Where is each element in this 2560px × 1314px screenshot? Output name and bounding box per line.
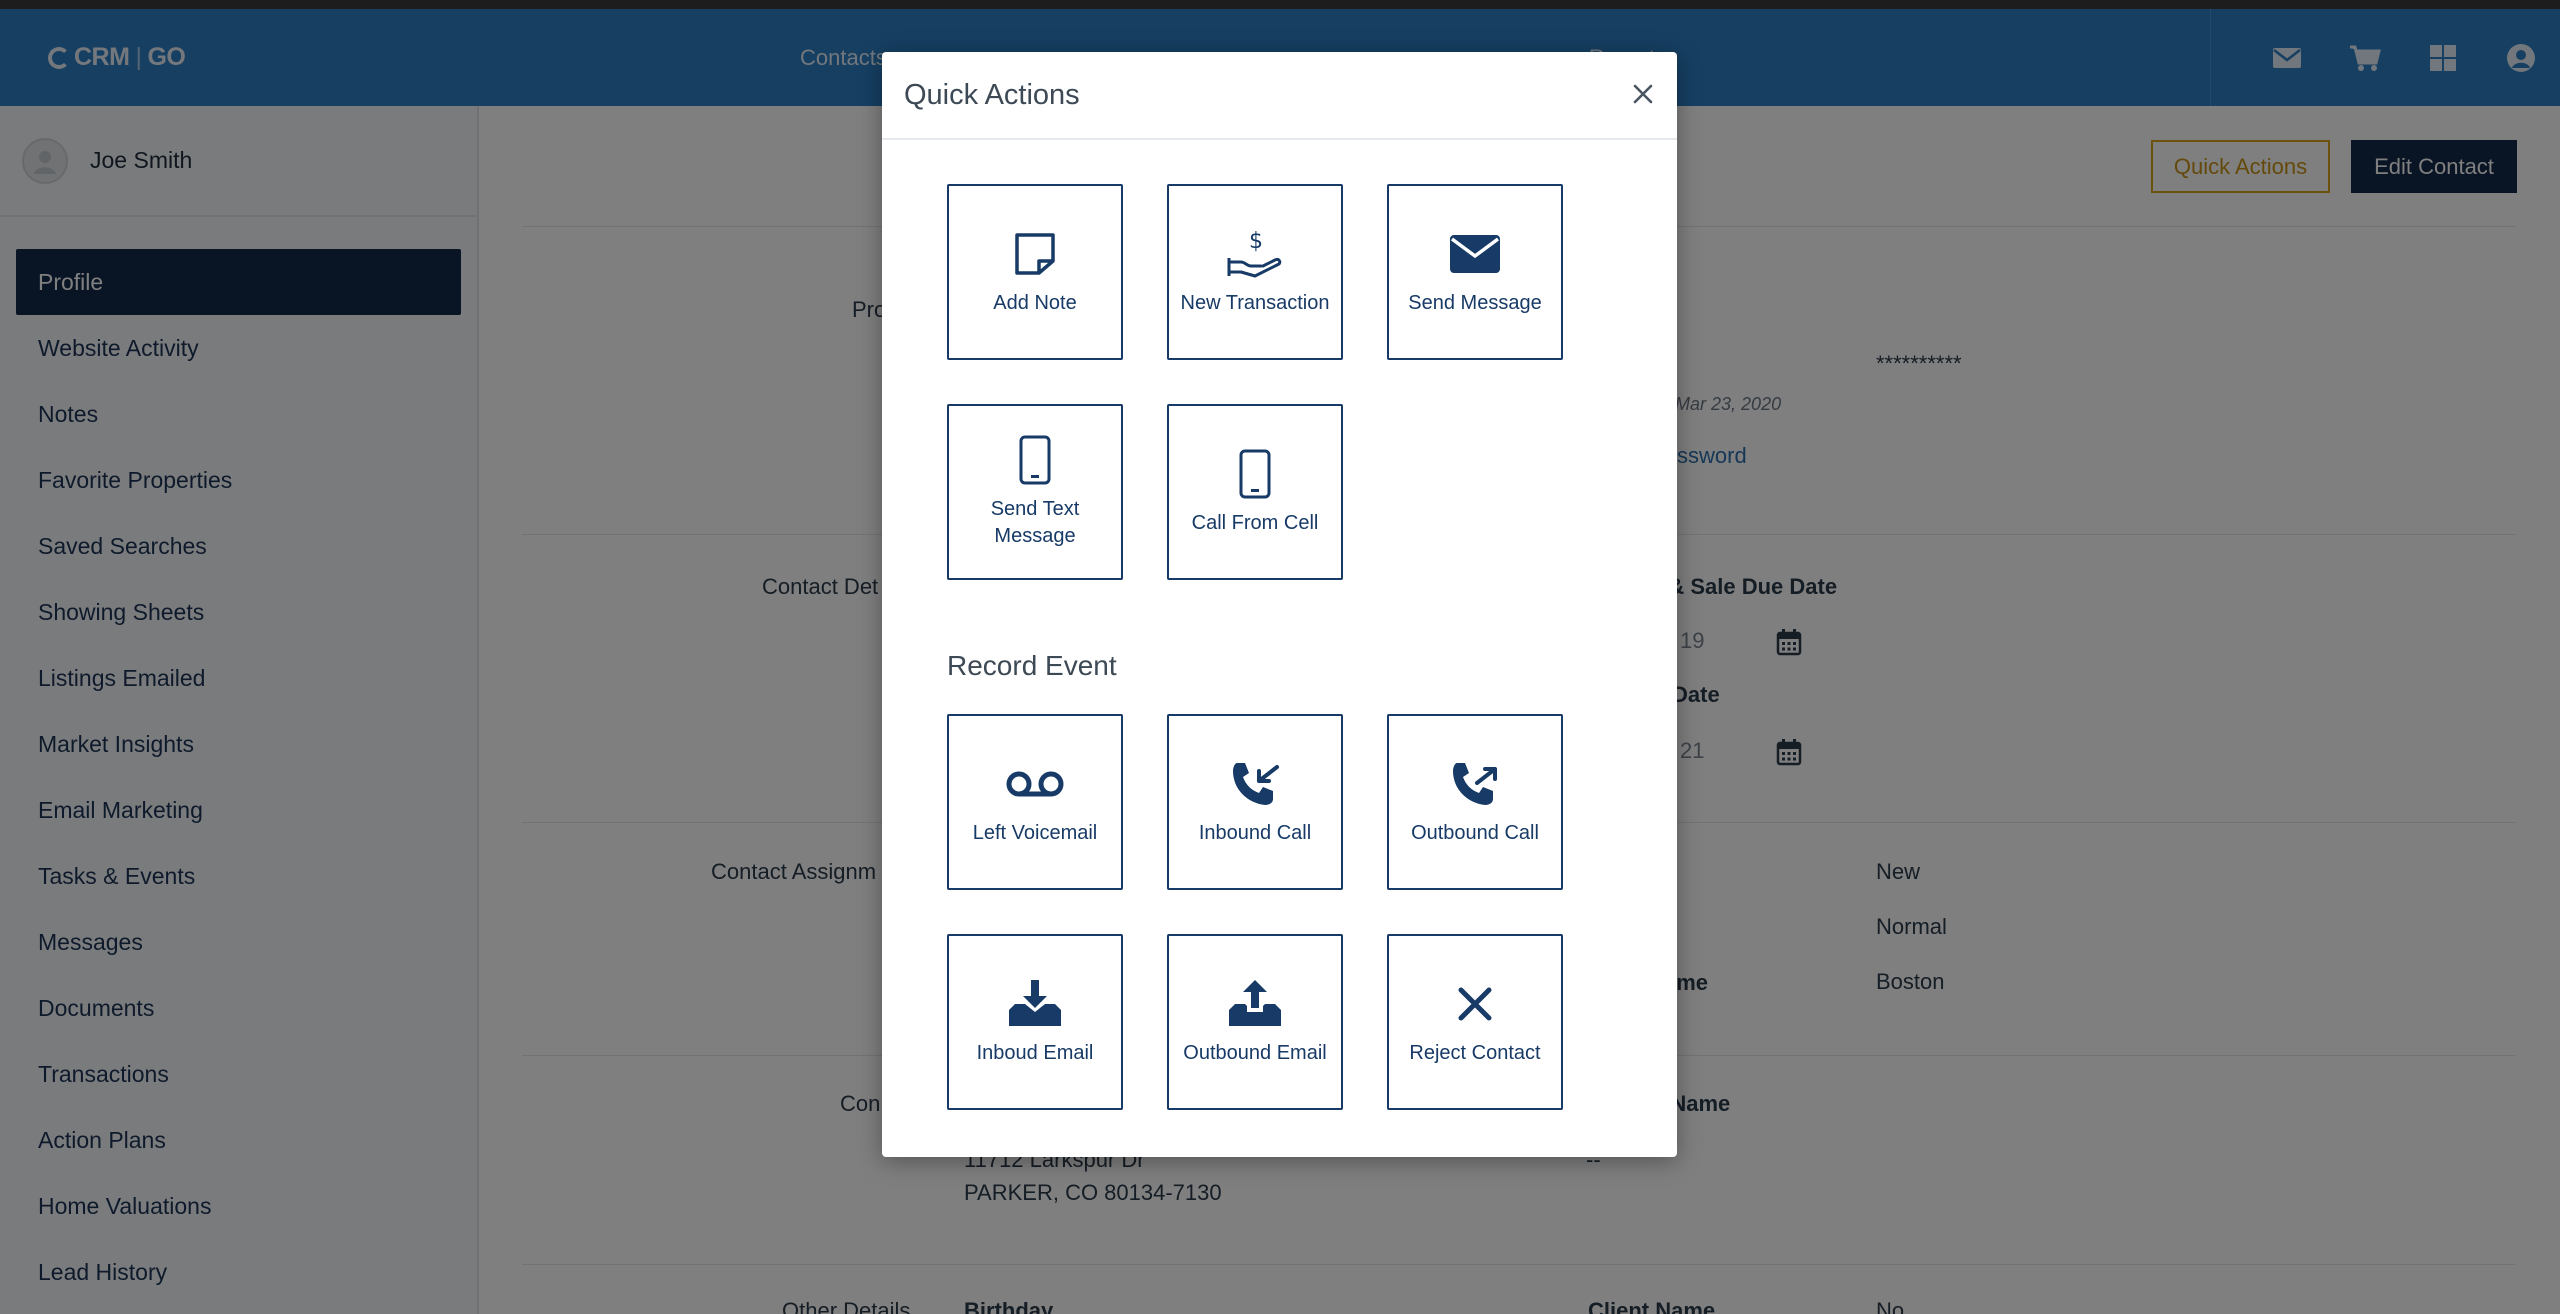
send-message-button[interactable]: Send Message <box>1387 184 1563 360</box>
mobile-icon <box>1019 434 1051 486</box>
quick-actions-modal: Quick Actions Add Note $ New Transaction… <box>882 52 1677 1157</box>
phone-outbound-icon <box>1449 758 1501 810</box>
call-from-cell-button[interactable]: Call From Cell <box>1167 404 1343 580</box>
outbound-email-label: Outbound Email <box>1183 1041 1327 1064</box>
modal-header: Quick Actions <box>882 52 1677 140</box>
inbound-email-button[interactable]: Inboud Email <box>947 934 1123 1110</box>
svg-text:$: $ <box>1249 229 1263 254</box>
send-text-message-label: Send Text Message <box>990 498 1080 547</box>
inbox-upload-icon <box>1227 978 1283 1030</box>
phone-inbound-icon <box>1229 758 1281 810</box>
new-transaction-label: New Transaction <box>1180 291 1330 314</box>
modal-title: Quick Actions <box>904 78 1080 111</box>
outbound-call-button[interactable]: Outbound Call <box>1387 714 1563 890</box>
envelope-icon <box>1449 228 1501 280</box>
call-from-cell-label: Call From Cell <box>1191 511 1319 534</box>
send-message-label: Send Message <box>1408 291 1542 314</box>
inbound-call-button[interactable]: Inbound Call <box>1167 714 1343 890</box>
reject-contact-label: Reject Contact <box>1409 1041 1541 1064</box>
left-voicemail-button[interactable]: Left Voicemail <box>947 714 1123 890</box>
add-note-button[interactable]: Add Note <box>947 184 1123 360</box>
inbound-email-label: Inboud Email <box>976 1041 1094 1064</box>
send-text-message-button[interactable]: Send Text Message <box>947 404 1123 580</box>
record-event-grid: Left Voicemail Inbound Call Outbound Cal… <box>947 714 1563 1110</box>
mobile-icon <box>1239 448 1271 500</box>
new-transaction-button[interactable]: $ New Transaction <box>1167 184 1343 360</box>
hand-dollar-icon: $ <box>1227 228 1283 280</box>
left-voicemail-label: Left Voicemail <box>972 821 1098 844</box>
voicemail-icon <box>1005 758 1065 810</box>
reject-contact-button[interactable]: Reject Contact <box>1387 934 1563 1110</box>
x-icon <box>1455 978 1495 1030</box>
quick-actions-grid: Add Note $ New Transaction Send Message … <box>947 184 1563 580</box>
outbound-email-button[interactable]: Outbound Email <box>1167 934 1343 1110</box>
note-icon <box>1013 228 1057 280</box>
add-note-label: Add Note <box>993 291 1077 314</box>
inbox-download-icon <box>1007 978 1063 1030</box>
close-icon[interactable] <box>1627 78 1659 110</box>
outbound-call-label: Outbound Call <box>1411 821 1539 844</box>
record-event-title: Record Event <box>947 650 1117 681</box>
inbound-call-label: Inbound Call <box>1198 821 1312 844</box>
